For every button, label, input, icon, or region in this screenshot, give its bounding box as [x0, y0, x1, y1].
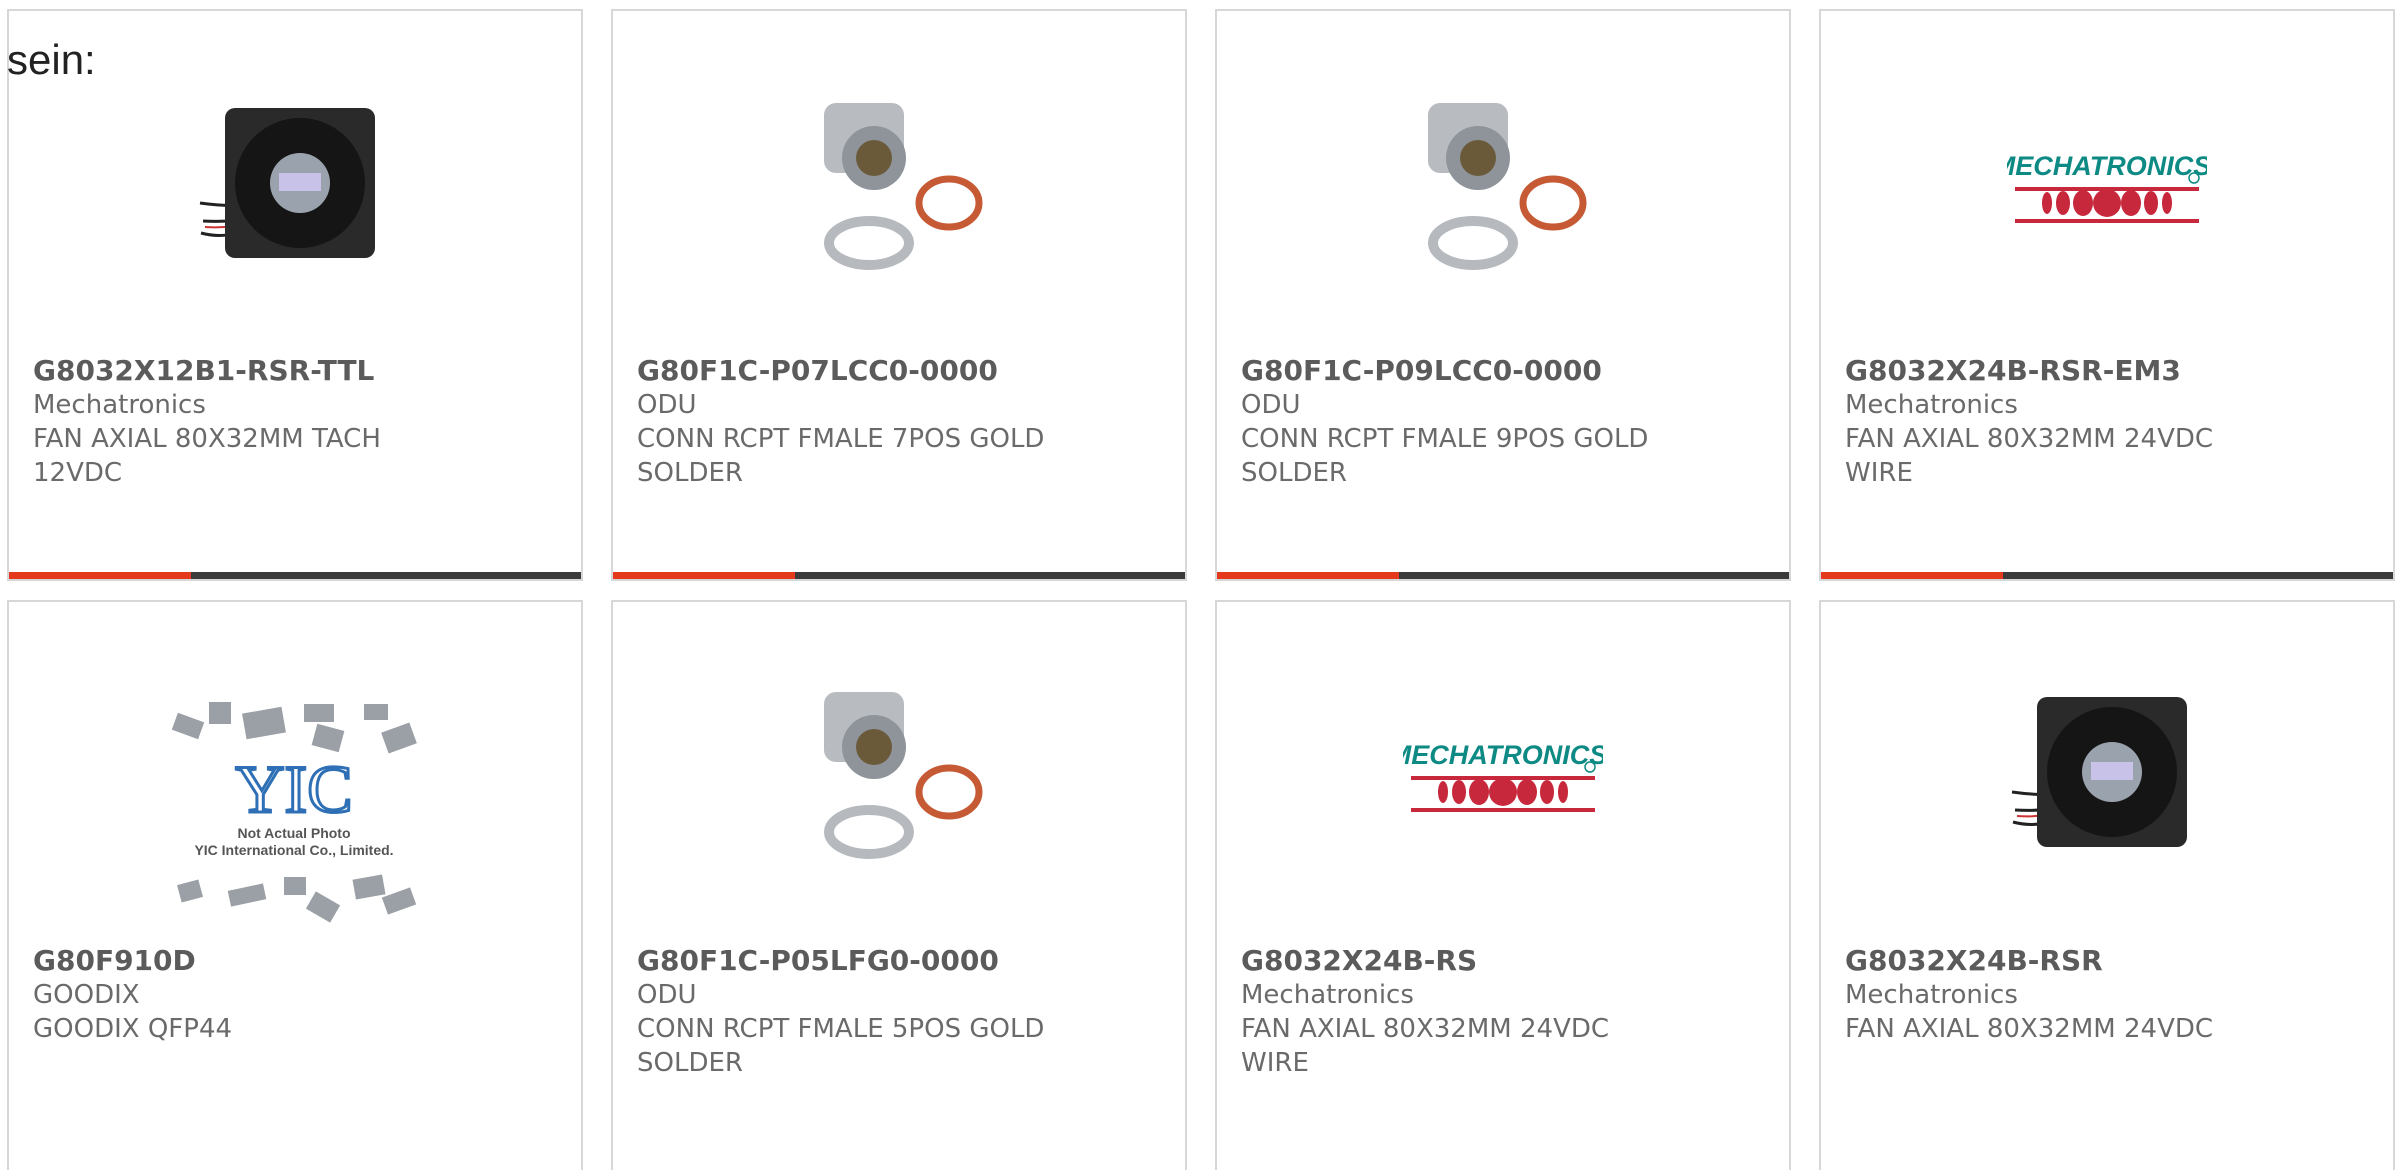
description: CONN RCPT FMALE 5POS GOLD SOLDER	[637, 1014, 1045, 1078]
manufacturer: ODU	[637, 390, 697, 420]
logo-text: MECHATRONICS	[2007, 151, 2207, 181]
svg-text:YIC: YIC	[235, 751, 352, 827]
product-card[interactable]: MECHATRONICS G8032X24B-RS Mechatronics F…	[1215, 600, 1791, 1170]
product-card[interactable]: G80F1C-P05LFG0-0000 ODU CONN RCPT FMALE …	[611, 600, 1187, 1170]
description: FAN AXIAL 80X32MM 24VDC	[1845, 1014, 2214, 1044]
product-card[interactable]: YIC Not Actual Photo YIC International C…	[7, 600, 583, 1170]
product-card[interactable]: G8032X12B1-RSR-TTL Mechatronics FAN AXIA…	[7, 9, 583, 581]
manufacturer: Mechatronics	[33, 390, 206, 420]
fan-icon[interactable]	[195, 83, 395, 283]
product-card[interactable]: G80F1C-P09LCC0-0000 ODU CONN RCPT FMALE …	[1215, 9, 1791, 581]
part-number[interactable]: G8032X24B-RS	[1241, 944, 1769, 978]
part-number[interactable]: G8032X24B-RSR	[1845, 944, 2373, 978]
yic-placeholder[interactable]: YIC Not Actual Photo YIC International C…	[159, 692, 429, 932]
progress-bar	[9, 572, 581, 579]
connector-icon[interactable]	[799, 83, 999, 283]
product-card[interactable]: G80F1C-P07LCC0-0000 ODU CONN RCPT FMALE …	[611, 9, 1187, 581]
description: FAN AXIAL 80X32MM 24VDC WIRE	[1845, 424, 2214, 488]
manufacturer: GOODIX	[33, 980, 140, 1010]
description: FAN AXIAL 80X32MM TACH 12VDC	[33, 424, 381, 488]
manufacturer: Mechatronics	[1845, 980, 2018, 1010]
description: GOODIX QFP44	[33, 1014, 233, 1044]
progress-accent	[1217, 572, 1399, 579]
yic-line1: Not Actual Photo	[237, 825, 350, 841]
progress-accent	[9, 572, 191, 579]
part-number[interactable]: G80F1C-P09LCC0-0000	[1241, 354, 1769, 388]
description: FAN AXIAL 80X32MM 24VDC WIRE	[1241, 1014, 1610, 1078]
progress-accent	[1821, 572, 2003, 579]
connector-icon[interactable]	[1403, 83, 1603, 283]
progress-accent	[613, 572, 795, 579]
part-number[interactable]: G80F910D	[33, 944, 561, 978]
part-number[interactable]: G8032X12B1-RSR-TTL	[33, 354, 561, 388]
manufacturer: ODU	[637, 980, 697, 1010]
mechatronics-logo[interactable]: MECHATRONICS	[1403, 672, 1603, 872]
progress-bar	[1217, 572, 1789, 579]
progress-bar	[613, 572, 1185, 579]
product-card[interactable]: G8032X24B-RSR Mechatronics FAN AXIAL 80X…	[1819, 600, 2395, 1170]
yic-line2: YIC International Co., Limited.	[194, 842, 393, 858]
part-number[interactable]: G8032X24B-RSR-EM3	[1845, 354, 2373, 388]
logo-text: MECHATRONICS	[1403, 740, 1603, 770]
manufacturer: ODU	[1241, 390, 1301, 420]
fan-icon[interactable]	[2007, 672, 2207, 872]
product-card[interactable]: MECHATRONICS G8032X24B-RSR-EM3 Mechatron…	[1819, 9, 2395, 581]
manufacturer: Mechatronics	[1845, 390, 2018, 420]
mechatronics-logo[interactable]: MECHATRONICS	[2007, 83, 2207, 283]
connector-icon[interactable]	[799, 672, 999, 872]
manufacturer: Mechatronics	[1241, 980, 1414, 1010]
intro-text: sein:	[7, 36, 96, 83]
part-number[interactable]: G80F1C-P05LFG0-0000	[637, 944, 1165, 978]
description: CONN RCPT FMALE 9POS GOLD SOLDER	[1241, 424, 1649, 488]
progress-bar	[1821, 572, 2393, 579]
description: CONN RCPT FMALE 7POS GOLD SOLDER	[637, 424, 1045, 488]
part-number[interactable]: G80F1C-P07LCC0-0000	[637, 354, 1165, 388]
